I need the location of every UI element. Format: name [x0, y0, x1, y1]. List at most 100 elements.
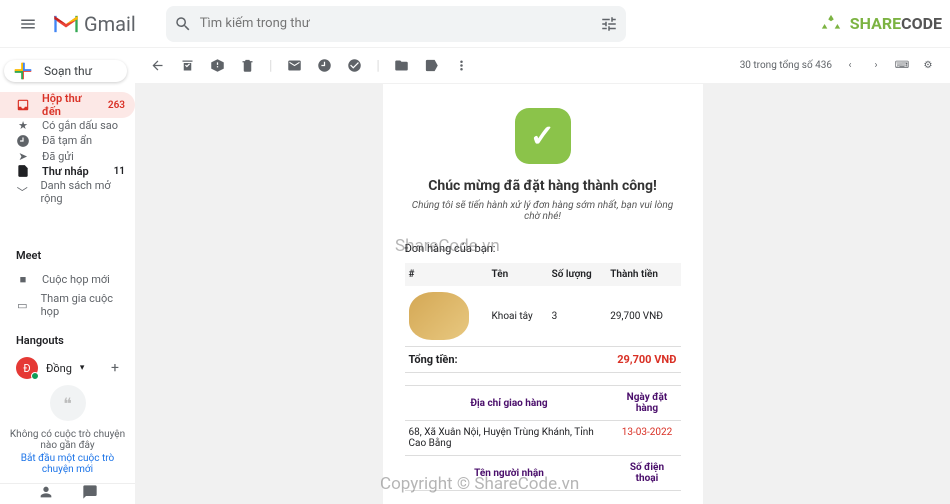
nav-label: Đã tạm ẩn: [42, 134, 92, 147]
person-icon[interactable]: [38, 484, 54, 504]
spam-icon[interactable]: [209, 58, 225, 74]
hangout-user[interactable]: Đ Đồng ▾ +: [0, 351, 135, 385]
meet-join[interactable]: ▭ Tham gia cuộc họp: [0, 292, 135, 318]
total-row: Tổng tiền: 29,700 VNĐ: [405, 347, 681, 373]
content: | | 30 trong tổng số 436 ‹ › ⌨ ⚙ ✓ Chúc …: [135, 48, 950, 504]
order-label: Đơn hàng của bạn:: [405, 242, 681, 255]
archive-icon[interactable]: [179, 58, 195, 74]
success-icon: ✓: [515, 108, 571, 164]
nav-label: Đã gửi: [42, 150, 74, 163]
gmail-icon: [52, 13, 80, 35]
send-icon: ➤: [16, 149, 30, 163]
delete-icon[interactable]: [239, 58, 255, 74]
recv-header: Tên người nhận: [405, 456, 614, 491]
avatar: Đ: [16, 357, 38, 379]
total-label: Tổng tiền:: [405, 347, 548, 373]
th-total: Thành tiền: [606, 263, 680, 286]
ship-table: Địa chỉ giao hàng Ngày đặt hàng 68, Xã X…: [405, 385, 681, 491]
draft-icon: [16, 164, 30, 178]
toolbar: | | 30 trong tổng số 436 ‹ › ⌨ ⚙: [135, 48, 950, 84]
meet-section: Meet ■ Cuộc họp mới ▭ Tham gia cuộc họp: [0, 245, 135, 318]
nav-snoozed[interactable]: Đã tạm ẩn: [0, 133, 135, 148]
user-name: Đồng: [46, 362, 72, 375]
gmail-logo[interactable]: Gmail: [52, 12, 136, 36]
search-bar[interactable]: [166, 6, 626, 42]
hangouts-title: Hangouts: [0, 330, 135, 351]
phone-header: Số điện thoại: [613, 456, 680, 491]
ship-header-row2: Tên người nhận Số điện thoại: [405, 456, 681, 491]
sidebar: Soạn thư Hộp thư đến 263 ★ Có gắn dấu sa…: [0, 48, 135, 504]
inbox-icon: [16, 98, 30, 112]
ship-date: 13-03-2022: [613, 421, 680, 456]
meet-label: Cuộc họp mới: [42, 273, 110, 286]
ship-data-row: 68, Xã Xuân Nội, Huyện Trùng Khánh, Tỉnh…: [405, 421, 681, 456]
status-dot: [31, 372, 39, 380]
table-header-row: # Tên Số lượng Thành tiền: [405, 263, 681, 286]
hangouts-section: Hangouts Đ Đồng ▾ +: [0, 330, 135, 385]
nav-label: Có gắn dấu sao: [42, 119, 118, 132]
date-header: Ngày đặt hàng: [613, 386, 680, 421]
prev-icon[interactable]: ‹: [842, 58, 858, 74]
nav-inbox[interactable]: Hộp thư đến 263: [0, 92, 135, 118]
nav-count: 263: [108, 100, 125, 111]
product-price: 29,700 VNĐ: [606, 286, 680, 347]
toolbar-right: 30 trong tổng số 436 ‹ › ⌨ ⚙: [740, 58, 936, 74]
th-name: Tên: [488, 263, 548, 286]
video-icon: ■: [16, 272, 30, 286]
compose-label: Soạn thư: [44, 64, 92, 78]
recycle-icon: [820, 13, 842, 35]
main: Soạn thư Hộp thư đến 263 ★ Có gắn dấu sa…: [0, 48, 950, 504]
nav-label: Danh sách mở rộng: [40, 179, 125, 205]
success-subtitle: Chúng tôi sẽ tiến hành xử lý đơn hàng sớ…: [405, 200, 681, 222]
table-row: Khoai tây 3 29,700 VNĐ: [405, 286, 681, 347]
back-icon[interactable]: [149, 58, 165, 74]
nav-sent[interactable]: ➤ Đã gửi: [0, 149, 135, 164]
gmail-text: Gmail: [84, 12, 136, 36]
product-name: Khoai tây: [488, 286, 548, 347]
chat-bubble-icon: ❝: [50, 385, 86, 421]
star-icon: ★: [16, 119, 30, 133]
clock-icon: [16, 134, 30, 148]
nav-count: 11: [114, 166, 125, 177]
ship-addr: 68, Xã Xuân Nội, Huyện Trùng Khánh, Tỉnh…: [405, 421, 614, 456]
settings-icon[interactable]: ⚙: [920, 58, 936, 74]
tune-icon[interactable]: [600, 15, 618, 33]
label-icon[interactable]: [424, 58, 440, 74]
email-body: ✓ Chúc mừng đã đặt hàng thành công! Chún…: [135, 84, 950, 504]
ship-header-row: Địa chỉ giao hàng Ngày đặt hàng: [405, 386, 681, 421]
product-qty: 3: [548, 286, 607, 347]
compose-button[interactable]: Soạn thư: [4, 60, 127, 82]
plus-icon: [12, 60, 34, 82]
search-icon: [174, 15, 192, 33]
add-contact-icon[interactable]: +: [111, 360, 119, 376]
next-icon[interactable]: ›: [868, 58, 884, 74]
chat-icon[interactable]: [82, 484, 98, 504]
success-title: Chúc mừng đã đặt hàng thành công!: [405, 178, 681, 194]
product-image-cell: [405, 286, 488, 347]
pagination-text: 30 trong tổng số 436: [740, 60, 832, 71]
unread-icon[interactable]: [286, 58, 302, 74]
nav-more[interactable]: ﹀ Danh sách mở rộng: [0, 179, 135, 205]
bottom-icons: [0, 483, 135, 504]
move-icon[interactable]: [394, 58, 410, 74]
addr-header: Địa chỉ giao hàng: [405, 386, 614, 421]
th-idx: #: [405, 263, 488, 286]
empty-chat-text: Không có cuộc trò chuyện nào gần đây: [8, 429, 127, 451]
task-icon[interactable]: [346, 58, 362, 74]
hamburger-icon: [19, 15, 37, 33]
more-icon[interactable]: [454, 58, 470, 74]
keyboard-icon[interactable]: ⌨: [894, 58, 910, 74]
menu-button[interactable]: [8, 4, 48, 44]
meet-new[interactable]: ■ Cuộc họp mới: [0, 266, 135, 292]
chevron-down-icon: ﹀: [16, 185, 28, 199]
header-right: SHARECODE: [820, 13, 942, 35]
snooze-icon[interactable]: [316, 58, 332, 74]
header: Gmail SHARECODE: [0, 0, 950, 48]
meet-title: Meet: [0, 245, 135, 266]
start-chat-link[interactable]: Bắt đầu một cuộc trò chuyện mới: [8, 453, 127, 475]
product-image: [409, 292, 469, 340]
search-input[interactable]: [192, 16, 600, 31]
nav-drafts[interactable]: Thư nháp 11: [0, 164, 135, 179]
nav-starred[interactable]: ★ Có gắn dấu sao: [0, 118, 135, 133]
empty-chat: ❝ Không có cuộc trò chuyện nào gần đây B…: [0, 385, 135, 483]
